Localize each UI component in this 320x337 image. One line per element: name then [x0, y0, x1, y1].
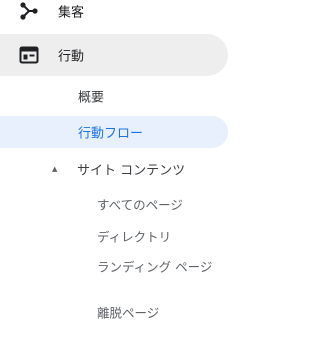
sidebar-nav: 集客 行動 概要 行動フロー ▲ サイト コンテンツ すべてのページ ディレクト…	[0, 0, 250, 337]
sidebar-item-label: 集客	[58, 5, 85, 21]
sidebar-subitem-exit-pages[interactable]: 離脱ページ	[0, 296, 228, 328]
sidebar-subitem-directory[interactable]: ディレクトリ	[0, 220, 228, 252]
sidebar-subitem-label: すべてのページ	[97, 197, 183, 213]
sidebar-item-behavior[interactable]: 行動	[0, 34, 228, 76]
sidebar-subitem-label: ランディング ページ	[97, 259, 213, 275]
sidebar-group-label: サイト コンテンツ	[77, 163, 186, 179]
sidebar-item-acquisition[interactable]: 集客	[0, 0, 228, 32]
caret-up-icon: ▲	[52, 165, 58, 173]
behavior-icon	[18, 44, 40, 66]
sidebar-subitem-all-pages[interactable]: すべてのページ	[0, 188, 228, 220]
sidebar-group-site-content[interactable]: ▲ サイト コンテンツ	[0, 153, 228, 185]
sidebar-subitem-label: 行動フロー	[78, 126, 144, 142]
sidebar-subitem-label: 概要	[78, 90, 105, 106]
sidebar-item-label: 行動	[58, 49, 85, 65]
sidebar-subitem-behavior-flow[interactable]: 行動フロー	[0, 116, 228, 148]
sidebar-subitem-landing-pages[interactable]: ランディング ページ	[0, 250, 228, 282]
sidebar-subitem-label: 離脱ページ	[97, 305, 160, 321]
acquisition-icon	[18, 0, 40, 22]
sidebar-subitem-label: ディレクトリ	[97, 229, 172, 245]
sidebar-subitem-overview[interactable]: 概要	[0, 80, 228, 112]
